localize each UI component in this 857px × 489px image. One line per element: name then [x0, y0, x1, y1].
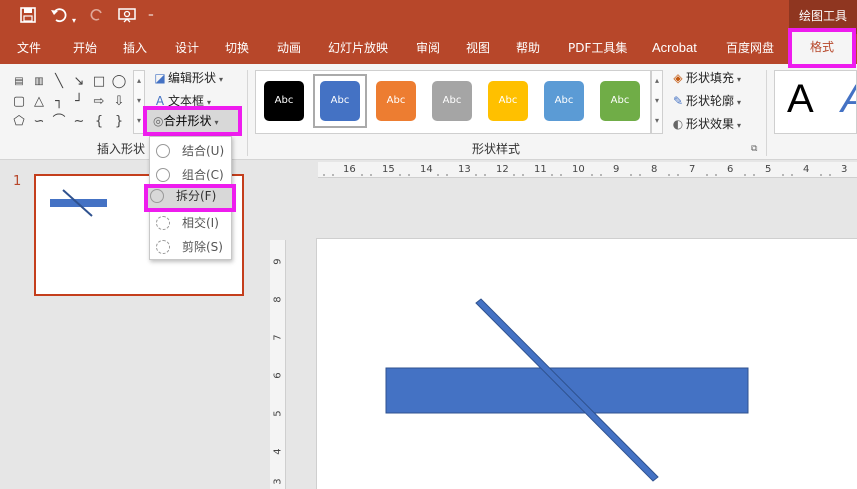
- union-icon: [156, 144, 170, 158]
- menu-item-fragment[interactable]: 拆分(F): [144, 184, 236, 212]
- right-arrow-shape-icon[interactable]: ⇨: [91, 94, 107, 110]
- customize-qat-icon[interactable]: ⁼: [148, 7, 154, 27]
- style-sample[interactable]: Abc: [432, 81, 472, 121]
- drawing-tools-label: 绘图工具: [789, 0, 857, 34]
- left-brace-shape-icon[interactable]: {: [91, 114, 107, 130]
- merge-shapes-icon: ◎: [153, 114, 164, 128]
- shape-outline-button[interactable]: ✎ 形状轮廓 ▾: [670, 91, 741, 111]
- ruler-label: 3: [272, 478, 284, 485]
- line-shape-icon[interactable]: ╲: [51, 74, 67, 90]
- textbox-shape-icon[interactable]: ▤: [11, 74, 27, 90]
- pen-icon: ✎: [672, 94, 684, 108]
- edit-shape-icon: ◪: [154, 71, 166, 85]
- slide-canvas[interactable]: [316, 238, 857, 489]
- edit-shape-button[interactable]: ◪ 编辑形状 ▾: [152, 68, 223, 88]
- chevron-down-icon: ▾: [219, 75, 224, 84]
- subtract-icon: [156, 240, 170, 254]
- style-sample[interactable]: Abc: [264, 81, 304, 121]
- oval-shape-icon[interactable]: ◯: [111, 74, 127, 90]
- undo-icon[interactable]: [50, 7, 68, 28]
- group-separator: [766, 70, 767, 156]
- tab-slideshow[interactable]: 幻灯片放映: [328, 34, 388, 64]
- scribble-shape-icon[interactable]: ∽: [31, 114, 47, 130]
- vertical-textbox-shape-icon[interactable]: ▥: [31, 74, 47, 90]
- menu-item-union[interactable]: 结合(U): [150, 139, 231, 163]
- slide-number: 1: [13, 174, 22, 189]
- style-sample[interactable]: Abc: [600, 81, 640, 121]
- chevron-down-icon: ▾: [214, 118, 219, 127]
- merge-shapes-button[interactable]: ◎合并形状 ▾: [143, 106, 242, 136]
- triangle-shape-icon[interactable]: △: [31, 94, 47, 110]
- group-separator: [247, 70, 248, 156]
- tab-view[interactable]: 视图: [466, 34, 490, 64]
- menu-item-intersect[interactable]: 相交(I): [150, 211, 231, 235]
- shape-effects-button[interactable]: ◐ 形状效果 ▾: [670, 114, 741, 134]
- title-bar: ▾ ⁼ 绘图工具: [0, 0, 857, 34]
- tab-format[interactable]: 格式: [788, 28, 856, 68]
- tab-home[interactable]: 开始: [73, 34, 97, 64]
- rounded-rectangle-shape-icon[interactable]: ▢: [11, 94, 27, 110]
- slide-drawing: [385, 298, 749, 482]
- right-brace-shape-icon[interactable]: }: [111, 114, 127, 130]
- tab-pdf-tools[interactable]: PDF工具集: [568, 34, 627, 64]
- arc-shape-icon[interactable]: ⌒: [51, 114, 67, 130]
- wordart-sample[interactable]: A: [841, 77, 856, 122]
- shape-fill-button[interactable]: ◈ 形状填充 ▾: [670, 68, 741, 88]
- save-icon[interactable]: [20, 7, 36, 28]
- menu-item-subtract[interactable]: 剪除(S): [150, 235, 231, 259]
- arrow-line-shape-icon[interactable]: ↘: [71, 74, 87, 90]
- fragment-icon: [150, 189, 164, 203]
- elbow-connector-shape-icon[interactable]: ┐: [51, 94, 67, 110]
- style-sample[interactable]: Abc: [488, 81, 528, 121]
- chevron-down-icon: ▾: [737, 75, 742, 84]
- tab-file[interactable]: 文件: [17, 34, 41, 64]
- wordart-gallery[interactable]: A A: [774, 70, 857, 134]
- freeform-shape-icon[interactable]: ⬠: [11, 114, 27, 130]
- tab-review[interactable]: 审阅: [416, 34, 440, 64]
- effects-icon: ◐: [672, 117, 684, 131]
- redo-icon[interactable]: [89, 7, 105, 28]
- dialog-launcher-icon[interactable]: ⧉: [751, 144, 757, 154]
- insert-shapes-group-label: 插入形状: [97, 142, 146, 156]
- combine-icon: [156, 168, 170, 182]
- paint-bucket-icon: ◈: [673, 71, 683, 85]
- ribbon: ▤ ▥ ╲ ↘ □ ◯ ▢ △ ┐ ┘ ⇨ ⇩ ⬠ ∽ ⌒ ∼ { } ▴ ▾ ▾ …: [0, 64, 857, 160]
- ruler-label: 9: [272, 258, 284, 265]
- horizontal-ruler: 16 15 14 13 12 11 10 9 8 7 6 5 4 3: [318, 162, 857, 178]
- shapes-gallery[interactable]: ▤ ▥ ╲ ↘ □ ◯ ▢ △ ┐ ┘ ⇨ ⇩ ⬠ ∽ ⌒ ∼ { }: [9, 72, 133, 134]
- down-arrow-shape-icon[interactable]: ⇩: [111, 94, 127, 110]
- merge-shapes-menu: 结合(U) 组合(C) 拆分(F) 相交(I) 剪除(S): [144, 136, 236, 260]
- shape-styles-group-label: 形状样式: [472, 142, 521, 156]
- chevron-down-icon: ▾: [737, 98, 742, 107]
- ruler-label: 8: [272, 296, 284, 303]
- tab-design[interactable]: 设计: [175, 34, 199, 64]
- tab-animations[interactable]: 动画: [277, 34, 301, 64]
- style-sample[interactable]: Abc: [320, 81, 360, 121]
- tab-transitions[interactable]: 切换: [225, 34, 249, 64]
- ruler-label: 4: [272, 448, 284, 455]
- styles-gallery-scroll[interactable]: ▴ ▾ ▾: [651, 70, 663, 134]
- style-sample[interactable]: Abc: [376, 81, 416, 121]
- elbow-arrow-shape-icon[interactable]: ┘: [71, 94, 87, 110]
- rectangle-shape-icon[interactable]: □: [91, 74, 107, 90]
- shape-styles-gallery: Abc Abc Abc Abc Abc Abc Abc: [255, 70, 651, 134]
- tab-insert[interactable]: 插入: [123, 34, 147, 64]
- present-icon[interactable]: [117, 7, 137, 28]
- style-sample[interactable]: Abc: [544, 81, 584, 121]
- chevron-down-icon: ▾: [737, 121, 742, 130]
- vertical-ruler: 9 8 7 6 5 4 3: [270, 240, 286, 489]
- intersect-icon: [156, 216, 170, 230]
- curve-shape-icon[interactable]: ∼: [71, 114, 87, 130]
- ruler-ticks: [323, 174, 831, 176]
- tab-acrobat[interactable]: Acrobat: [652, 34, 697, 64]
- ruler-label: 5: [272, 410, 284, 417]
- ruler-label: 7: [272, 334, 284, 341]
- tab-help[interactable]: 帮助: [516, 34, 540, 64]
- wordart-sample[interactable]: A: [787, 77, 814, 122]
- ribbon-tabs: 文件 开始 插入 设计 切换 动画 幻灯片放映 审阅 视图 帮助 PDF工具集 …: [0, 34, 857, 64]
- undo-dropdown-icon[interactable]: ▾: [72, 11, 76, 31]
- ruler-label: 6: [272, 372, 284, 379]
- tab-baidu-netdisk[interactable]: 百度网盘: [726, 34, 774, 64]
